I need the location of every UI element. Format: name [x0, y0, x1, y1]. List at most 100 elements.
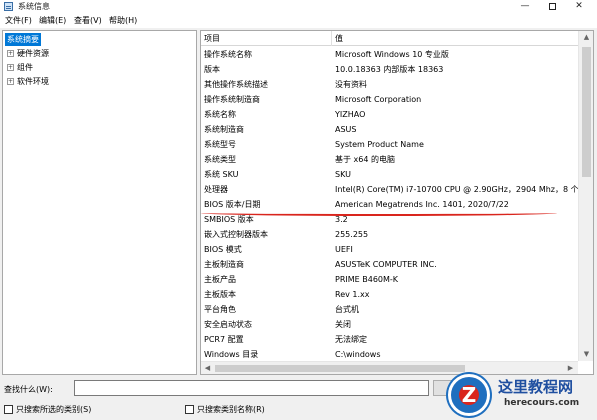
- tree-item-components[interactable]: + 组件: [7, 61, 33, 74]
- cell-value: SKU: [335, 170, 351, 179]
- tree-item-label: 硬件资源: [17, 49, 49, 58]
- checkbox[interactable]: [185, 405, 194, 414]
- cell-item: 系统名称: [204, 110, 236, 119]
- cell-value: UEFI: [335, 245, 353, 254]
- table-row[interactable]: 系统型号 System Product Name: [201, 137, 578, 152]
- tree-item-hardware-resources[interactable]: + 硬件资源: [7, 47, 49, 60]
- category-tree[interactable]: 系统摘要 + 硬件资源 + 组件 + 软件环境: [2, 30, 197, 375]
- table-row[interactable]: 处理器 Intel(R) Core(TM) i7-10700 CPU @ 2.90…: [201, 182, 579, 197]
- menu-help[interactable]: 帮助(H): [109, 15, 137, 26]
- tree-item-label: 组件: [17, 63, 33, 72]
- cell-item: 系统制造商: [204, 125, 244, 134]
- table-row[interactable]: 安全启动状态 关闭: [201, 317, 578, 332]
- column-divider[interactable]: [331, 31, 332, 46]
- cell-value: Rev 1.xx: [335, 290, 370, 299]
- table-row[interactable]: PCR7 配置 无法绑定: [201, 332, 578, 347]
- cell-value: 基于 x64 的电脑: [335, 155, 395, 164]
- expand-plus-icon[interactable]: +: [7, 64, 14, 71]
- cell-value: PRIME B460M-K: [335, 275, 399, 284]
- search-input[interactable]: [74, 380, 429, 396]
- table-row[interactable]: 系统制造商 ASUS: [201, 122, 578, 137]
- cell-value: C:\windows: [335, 350, 381, 359]
- menu-view[interactable]: 查看(V): [74, 15, 102, 26]
- cell-item: 主板制造商: [204, 260, 244, 269]
- cell-value: 关闭: [335, 320, 351, 329]
- cell-item: 操作系统名称: [204, 50, 252, 59]
- tree-item-software-environment[interactable]: + 软件环境: [7, 75, 49, 88]
- cell-item: 操作系统制造商: [204, 95, 260, 104]
- table-row[interactable]: 主板制造商 ASUSTeK COMPUTER INC.: [201, 257, 578, 272]
- cell-value: 台式机: [335, 305, 359, 314]
- expand-plus-icon[interactable]: +: [7, 78, 14, 85]
- scroll-down-arrow-icon[interactable]: ▼: [579, 348, 593, 361]
- watermark-title: 这里教程网: [498, 378, 574, 396]
- vertical-scrollbar[interactable]: ▲ ▼: [578, 31, 593, 361]
- scroll-up-arrow-icon[interactable]: ▲: [579, 31, 593, 44]
- menu-edit[interactable]: 编辑(E): [39, 15, 66, 26]
- cell-item: 系统 SKU: [204, 170, 239, 179]
- table-row[interactable]: 主板版本 Rev 1.xx: [201, 287, 578, 302]
- cell-item: 系统类型: [204, 155, 236, 164]
- table-row[interactable]: 嵌入式控制器版本 255.255: [201, 227, 578, 242]
- title-bar: 系统信息 — ✕: [0, 0, 597, 13]
- watermark-logo-icon: Z: [448, 374, 490, 416]
- cell-item: Windows 目录: [204, 350, 259, 359]
- column-header-item[interactable]: 项目: [204, 33, 220, 44]
- cell-item: 其他操作系统描述: [204, 80, 268, 89]
- cell-item: PCR7 配置: [204, 335, 244, 344]
- table-row[interactable]: 其他操作系统描述 没有资料: [201, 77, 578, 92]
- scroll-left-arrow-icon[interactable]: ◀: [201, 362, 214, 374]
- menu-bar: 文件(F) 编辑(E) 查看(V) 帮助(H): [0, 13, 597, 28]
- maximize-button[interactable]: [541, 0, 563, 13]
- close-button[interactable]: ✕: [568, 0, 590, 13]
- cell-value: 没有资料: [335, 80, 367, 89]
- option-search-category-names[interactable]: 只搜索类别名称(R): [185, 404, 265, 416]
- checkbox[interactable]: [4, 405, 13, 414]
- cell-value: System Product Name: [335, 140, 424, 149]
- table-row[interactable]: 系统 SKU SKU: [201, 167, 578, 182]
- cell-value: Microsoft Corporation: [335, 95, 422, 104]
- expand-plus-icon[interactable]: +: [7, 50, 14, 57]
- menu-file[interactable]: 文件(F): [5, 15, 32, 26]
- cell-item: 版本: [204, 65, 220, 74]
- table-row[interactable]: 系统类型 基于 x64 的电脑: [201, 152, 578, 167]
- tree-item-label: 系统摘要: [7, 35, 39, 44]
- table-row[interactable]: 操作系统名称 Microsoft Windows 10 专业版: [201, 47, 578, 62]
- column-header-value[interactable]: 值: [335, 33, 343, 44]
- tree-item-system-summary[interactable]: 系统摘要: [5, 33, 41, 46]
- cell-item: 主板版本: [204, 290, 236, 299]
- cell-value: 255.255: [335, 230, 369, 239]
- cell-item: 安全启动状态: [204, 320, 252, 329]
- vertical-scroll-thumb[interactable]: [582, 47, 591, 177]
- cell-value: Intel(R) Core(TM) i7-10700 CPU @ 2.90GHz…: [335, 185, 579, 194]
- tree-item-label: 软件环境: [17, 77, 49, 86]
- cell-item: BIOS 模式: [204, 245, 242, 254]
- table-row[interactable]: 操作系统制造商 Microsoft Corporation: [201, 92, 578, 107]
- cell-value: 10.0.18363 内部版本 18363: [335, 65, 444, 74]
- cell-value: YIZHAO: [335, 110, 366, 119]
- horizontal-scroll-thumb[interactable]: [215, 365, 465, 372]
- cell-value: Microsoft Windows 10 专业版: [335, 50, 449, 59]
- table-row[interactable]: BIOS 模式 UEFI: [201, 242, 578, 257]
- table-row[interactable]: 主板产品 PRIME B460M-K: [201, 272, 578, 287]
- cell-item: 主板产品: [204, 275, 236, 284]
- minimize-button[interactable]: —: [514, 0, 536, 13]
- details-table[interactable]: 项目 值 操作系统名称 Microsoft Windows 10 专业版版本 10.…: [200, 30, 594, 375]
- watermark-url: herecours.com: [504, 398, 580, 408]
- search-label: 查找什么(W):: [4, 385, 53, 394]
- table-row[interactable]: 版本 10.0.18363 内部版本 18363: [201, 62, 578, 77]
- system-info-icon: [4, 2, 13, 11]
- window-title: 系统信息: [18, 2, 50, 11]
- table-header: 项目 值: [201, 31, 578, 46]
- cell-item: 平台角色: [204, 305, 236, 314]
- option-search-selected-category[interactable]: 只搜索所选的类别(S): [4, 404, 91, 416]
- table-row[interactable]: Windows 目录 C:\windows: [201, 347, 578, 362]
- table-row[interactable]: 平台角色 台式机: [201, 302, 578, 317]
- option-label: 只搜索所选的类别(S): [16, 405, 92, 414]
- maximize-icon: [548, 3, 556, 10]
- cell-value: 无法绑定: [335, 335, 367, 344]
- site-watermark: Z 这里教程网 herecours.com: [448, 372, 595, 418]
- cell-value: ASUSTeK COMPUTER INC.: [335, 260, 437, 269]
- option-label: 只搜索类别名称(R): [197, 405, 265, 414]
- table-row[interactable]: 系统名称 YIZHAO: [201, 107, 578, 122]
